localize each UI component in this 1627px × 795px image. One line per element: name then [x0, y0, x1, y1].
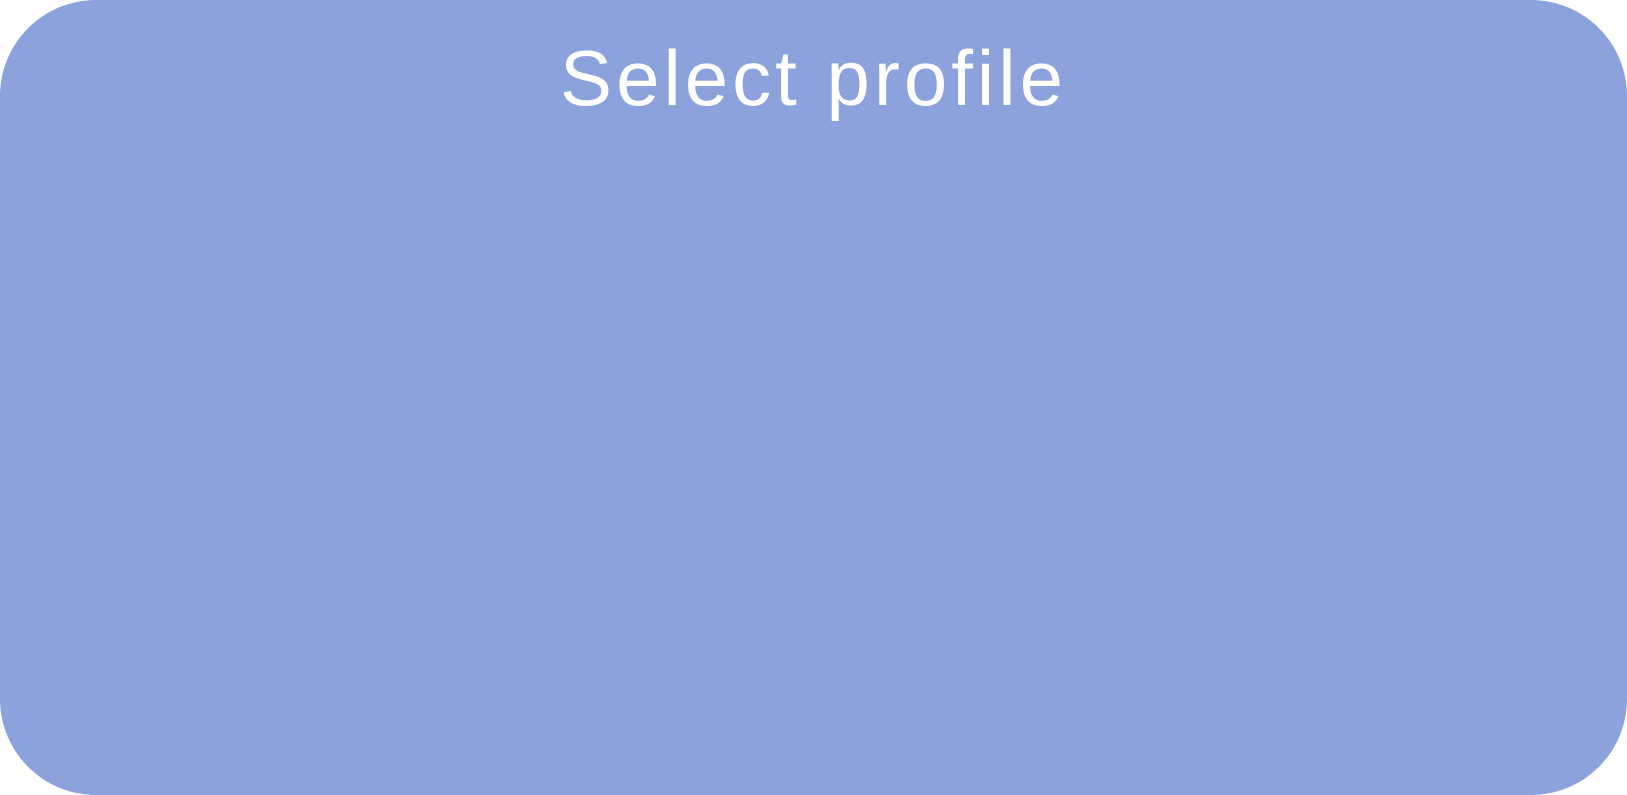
profile-list-area [60, 150, 1567, 735]
page-title: Select profile [560, 34, 1067, 122]
select-profile-panel: Select profile [0, 0, 1627, 795]
